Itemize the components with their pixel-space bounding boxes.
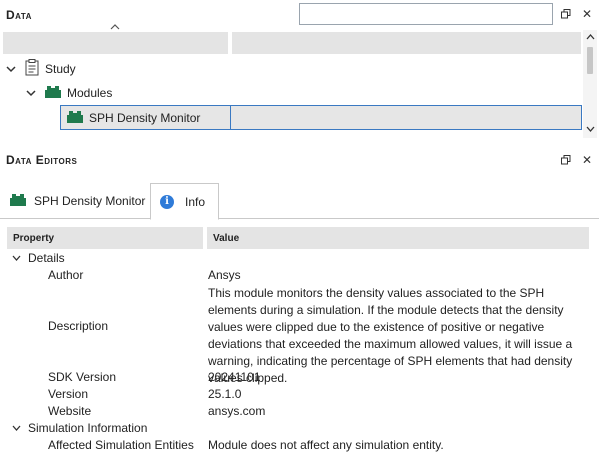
chevron-down-icon[interactable] — [5, 63, 17, 75]
property-value: Ansys — [208, 268, 241, 282]
property-name: Description — [48, 319, 109, 333]
property-value: 20241101 — [208, 370, 261, 384]
column-header-property[interactable]: Property — [7, 227, 203, 249]
info-icon: i — [160, 194, 174, 209]
tree-scrollbar[interactable] — [583, 30, 597, 138]
scroll-down-icon[interactable] — [583, 122, 597, 136]
close-icon[interactable]: ✕ — [580, 7, 594, 21]
module-blocks-icon — [67, 110, 83, 126]
tab-label: Info — [185, 194, 206, 209]
property-value: ansys.com — [208, 404, 266, 418]
property-name: Affected Simulation Entities — [48, 438, 194, 452]
group-label: Simulation Information — [28, 421, 148, 435]
property-name: Version — [48, 387, 89, 401]
column-header-value[interactable]: Value — [207, 227, 589, 249]
scroll-up-icon[interactable] — [583, 30, 597, 44]
property-value: 25.1.0 — [208, 387, 242, 401]
chevron-down-icon[interactable] — [10, 422, 22, 434]
chevron-down-icon[interactable] — [10, 252, 22, 264]
property-value: Module does not affect any simulation en… — [208, 438, 444, 452]
tree-item-modules[interactable]: Modules — [25, 83, 112, 103]
tab-info[interactable]: i Info — [150, 183, 219, 220]
restore-icon[interactable] — [559, 153, 573, 167]
data-search-input[interactable] — [299, 3, 553, 25]
group-details[interactable]: Details — [10, 251, 65, 265]
tab-label: SPH Density Monitor — [34, 194, 146, 208]
tree-item-study[interactable]: Study — [5, 59, 76, 79]
data-panel-title: Data — [6, 8, 32, 22]
tree-item-label: SPH Density Monitor — [89, 111, 201, 125]
close-icon[interactable]: ✕ — [580, 153, 594, 167]
group-simulation-information[interactable]: Simulation Information — [10, 421, 147, 435]
tree-column-header-name[interactable] — [3, 32, 228, 54]
data-editors-panel-title: Data Editors — [6, 153, 78, 167]
property-name: Author — [48, 268, 84, 282]
chevron-down-icon[interactable] — [25, 87, 37, 99]
clipboard-icon — [25, 59, 39, 79]
group-label: Details — [28, 251, 65, 265]
tree-item-label: Modules — [67, 86, 113, 100]
tree-column-header-value[interactable] — [232, 32, 581, 54]
restore-icon[interactable] — [559, 7, 573, 21]
scrollbar-thumb[interactable] — [587, 47, 593, 74]
column-divider — [230, 106, 231, 129]
property-value-description: This module monitors the density values … — [208, 286, 573, 385]
tree-item-label: Study — [45, 62, 76, 76]
tree-item-sph-density-monitor[interactable]: SPH Density Monitor — [60, 105, 582, 130]
tab-sph-density-monitor[interactable]: SPH Density Monitor — [0, 183, 150, 219]
module-blocks-icon — [10, 193, 26, 209]
sort-ascending-icon[interactable] — [110, 22, 120, 33]
editor-tab-strip: SPH Density Monitor i Info — [0, 183, 599, 220]
property-name: Website — [48, 404, 92, 418]
property-name: SDK Version — [48, 370, 117, 384]
tree-header — [3, 32, 581, 54]
module-blocks-icon — [45, 85, 61, 101]
